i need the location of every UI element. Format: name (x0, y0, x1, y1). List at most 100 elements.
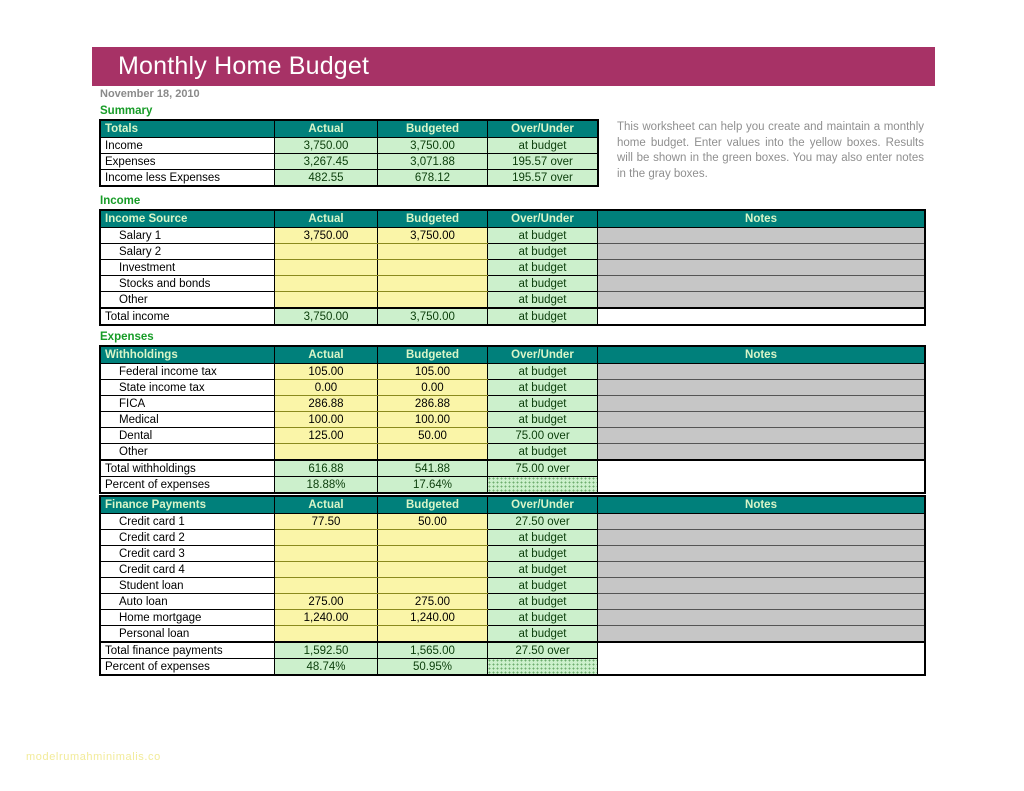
finance-notes-input[interactable] (597, 593, 925, 610)
finance-budgeted-input[interactable]: 50.00 (377, 513, 488, 530)
total-row: Total income 3,750.00 3,750.00 at budget (100, 307, 925, 325)
income-notes-input[interactable] (597, 227, 925, 244)
finance-budgeted-input[interactable] (377, 545, 488, 562)
withholdings-budgeted-input[interactable] (377, 443, 488, 461)
summary-row-label: Income less Expenses (100, 169, 275, 186)
income-notes-input[interactable] (597, 291, 925, 309)
finance-actual-input[interactable] (274, 561, 378, 578)
finance-actual-input[interactable] (274, 577, 378, 594)
withholdings-col-actual: Actual (274, 346, 378, 364)
summary-table: Totals Actual Budgeted Over/Under Income… (99, 119, 599, 187)
finance-over-under-value: at budget (487, 625, 598, 643)
finance-budgeted-input[interactable] (377, 625, 488, 643)
table-row: Home mortgage 1,240.00 1,240.00 at budget (100, 609, 925, 626)
withholdings-actual-input[interactable]: 286.88 (274, 395, 378, 412)
withholdings-over-under-value: at budget (487, 443, 598, 461)
withholdings-budgeted-input[interactable]: 100.00 (377, 411, 488, 428)
finance-budgeted-input[interactable] (377, 529, 488, 546)
income-col-notes: Notes (597, 210, 925, 228)
withholdings-budgeted-input[interactable]: 286.88 (377, 395, 488, 412)
withholdings-over-under-value: at budget (487, 411, 598, 428)
finance-row-label: Credit card 4 (100, 561, 275, 578)
withholdings-col-notes: Notes (597, 346, 925, 364)
income-notes-input[interactable] (597, 243, 925, 260)
withholdings-notes-input[interactable] (597, 443, 925, 461)
finance-notes-input[interactable] (597, 545, 925, 562)
income-total-label: Total income (100, 307, 275, 325)
withholdings-total-over-under: 75.00 over (487, 459, 598, 477)
worksheet-instructions: This worksheet can help you create and m… (617, 121, 924, 180)
income-notes-input[interactable] (597, 259, 925, 276)
table-row: Medical 100.00 100.00 at budget (100, 411, 925, 428)
finance-notes-input[interactable] (597, 561, 925, 578)
finance-budgeted-input[interactable]: 275.00 (377, 593, 488, 610)
income-budgeted-input[interactable] (377, 259, 488, 276)
withholdings-total-notes-spacer (597, 459, 925, 477)
finance-notes-input[interactable] (597, 577, 925, 594)
finance-notes-input[interactable] (597, 529, 925, 546)
table-row: State income tax 0.00 0.00 at budget (100, 379, 925, 396)
income-over-under-value: at budget (487, 243, 598, 260)
withholdings-col-label: Withholdings (100, 346, 275, 364)
finance-budgeted-input[interactable]: 1,240.00 (377, 609, 488, 626)
withholdings-body: Federal income tax 105.00 105.00 at budget S… (100, 363, 925, 493)
withholdings-percent-actual: 18.88% (274, 476, 378, 493)
withholdings-actual-input[interactable]: 100.00 (274, 411, 378, 428)
withholdings-row-label: FICA (100, 395, 275, 412)
income-actual-input[interactable]: 3,750.00 (274, 227, 378, 244)
income-actual-input[interactable] (274, 259, 378, 276)
finance-col-over-under: Over/Under (487, 496, 598, 514)
withholdings-actual-input[interactable]: 105.00 (274, 363, 378, 380)
withholdings-actual-input[interactable] (274, 443, 378, 461)
withholdings-over-under-value: at budget (487, 395, 598, 412)
withholdings-total-actual: 616.88 (274, 459, 378, 477)
table-row: Expenses 3,267.45 3,071.88 195.57 over (100, 153, 598, 170)
finance-notes-input[interactable] (597, 625, 925, 643)
income-budgeted-input[interactable] (377, 291, 488, 309)
finance-total-actual: 1,592.50 (274, 641, 378, 659)
withholdings-notes-input[interactable] (597, 411, 925, 428)
table-row: Other at budget (100, 443, 925, 461)
finance-actual-input[interactable] (274, 625, 378, 643)
income-actual-input[interactable] (274, 243, 378, 260)
withholdings-notes-input[interactable] (597, 379, 925, 396)
table-row: Income less Expenses 482.55 678.12 195.57 o… (100, 169, 598, 186)
finance-actual-input[interactable]: 275.00 (274, 593, 378, 610)
finance-actual-input[interactable]: 1,240.00 (274, 609, 378, 626)
finance-notes-input[interactable] (597, 609, 925, 626)
income-total-notes-spacer (597, 307, 925, 325)
income-actual-input[interactable] (274, 291, 378, 309)
finance-actual-input[interactable]: 77.50 (274, 513, 378, 530)
finance-col-budgeted: Budgeted (377, 496, 488, 514)
finance-actual-input[interactable] (274, 529, 378, 546)
finance-notes-input[interactable] (597, 513, 925, 530)
withholdings-budgeted-input[interactable]: 105.00 (377, 363, 488, 380)
withholdings-budgeted-input[interactable]: 0.00 (377, 379, 488, 396)
withholdings-notes-input[interactable] (597, 363, 925, 380)
table-row: Other at budget (100, 291, 925, 309)
summary-col-actual: Actual (274, 120, 378, 138)
finance-budgeted-input[interactable] (377, 561, 488, 578)
finance-budgeted-input[interactable] (377, 577, 488, 594)
income-budgeted-input[interactable]: 3,750.00 (377, 227, 488, 244)
income-row-label: Salary 2 (100, 243, 275, 260)
table-row: Salary 1 3,750.00 3,750.00 at budget (100, 227, 925, 244)
income-budgeted-input[interactable] (377, 275, 488, 292)
income-budgeted-input[interactable] (377, 243, 488, 260)
income-col-budgeted: Budgeted (377, 210, 488, 228)
income-notes-input[interactable] (597, 275, 925, 292)
income-actual-input[interactable] (274, 275, 378, 292)
withholdings-over-under-value: at budget (487, 379, 598, 396)
finance-over-under-value: at budget (487, 529, 598, 546)
withholdings-actual-input[interactable]: 125.00 (274, 427, 378, 444)
withholdings-actual-input[interactable]: 0.00 (274, 379, 378, 396)
withholdings-budgeted-input[interactable]: 50.00 (377, 427, 488, 444)
finance-actual-input[interactable] (274, 545, 378, 562)
income-table: Income Source Actual Budgeted Over/Under… (99, 209, 926, 326)
finance-over-under-value: at budget (487, 577, 598, 594)
finance-col-notes: Notes (597, 496, 925, 514)
income-row-label: Investment (100, 259, 275, 276)
withholdings-notes-input[interactable] (597, 427, 925, 444)
withholdings-notes-input[interactable] (597, 395, 925, 412)
percent-row: Percent of expenses 18.88% 17.64% (100, 476, 925, 493)
